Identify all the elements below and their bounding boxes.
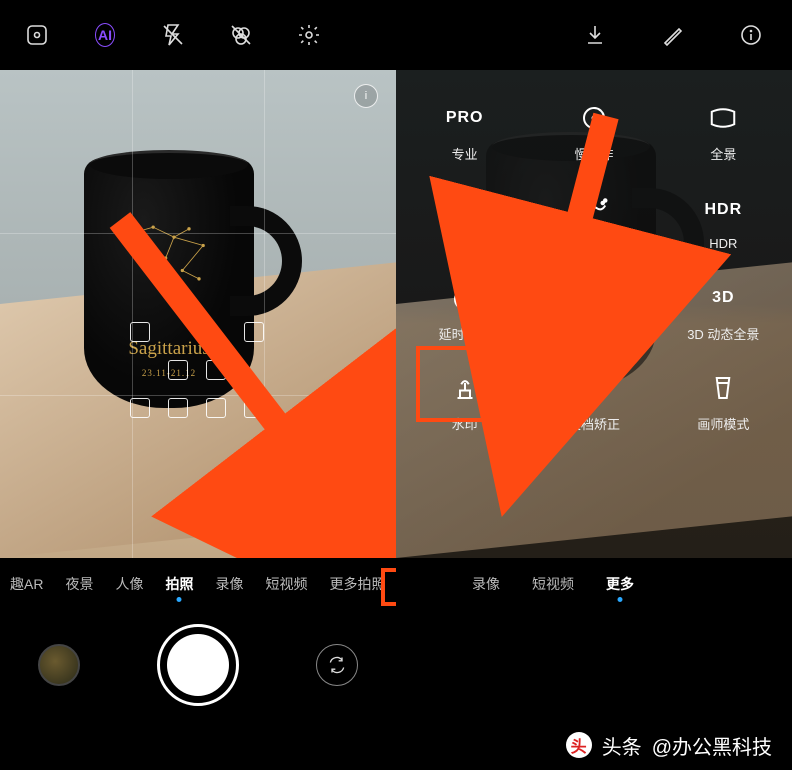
motionphoto-icon: [576, 280, 612, 316]
mode-item-watermark[interactable]: 水印: [400, 358, 529, 444]
lens-icon[interactable]: [24, 22, 50, 48]
mode-item-painter[interactable]: 画师模式: [659, 358, 788, 444]
mode-label: 文档矫正: [568, 414, 620, 433]
mode-grid: PRO 专业 慢动作 全景大光圈 流光快门 HDR HDR 延时摄影 动态照片 3D 3D 动态全景…: [396, 70, 792, 558]
mode-label: 画师模式: [697, 414, 749, 433]
filter-off-icon[interactable]: [228, 22, 254, 48]
camera-app-capture-screen: AI: [0, 0, 396, 720]
aperture-icon: [447, 190, 483, 226]
painter-icon: [705, 370, 741, 406]
mode-item-lighttrail[interactable]: 流光快门: [529, 178, 658, 264]
info-icon[interactable]: [738, 22, 764, 48]
mode-短视频[interactable]: 短视频: [265, 574, 307, 594]
mode-拍照[interactable]: 拍照: [165, 574, 193, 594]
info-button[interactable]: i: [354, 84, 378, 108]
shutter-button[interactable]: [157, 624, 239, 706]
mode-录像[interactable]: 录像: [472, 574, 500, 594]
mode-label: 大光圈: [445, 234, 484, 253]
hdr-icon: HDR: [705, 192, 741, 228]
mode-item-pano[interactable]: 全景: [659, 88, 788, 174]
lighttrail-icon: [576, 190, 612, 226]
mode-item-timelapse[interactable]: 延时摄影: [400, 268, 529, 354]
mode-label: 流光快门: [568, 234, 620, 253]
mode-label: 延时摄影: [439, 324, 491, 343]
mode-人像[interactable]: 人像: [115, 574, 143, 594]
3dpano-icon: 3D: [705, 280, 741, 316]
mode-录像[interactable]: 录像: [215, 574, 243, 594]
mode-label: 慢动作: [574, 144, 613, 163]
mode-label: 专业: [452, 144, 478, 163]
mode-label: 动态照片: [568, 324, 620, 343]
mode-item-pro[interactable]: PRO 专业: [400, 88, 529, 174]
edit-icon[interactable]: [660, 22, 686, 48]
flash-off-icon[interactable]: [160, 22, 186, 48]
toutiao-logo: 头: [566, 732, 592, 758]
gallery-thumbnail[interactable]: [38, 644, 80, 686]
mode-更多拍照[interactable]: 更多拍照: [329, 574, 385, 594]
mode-label: 水印: [452, 414, 478, 433]
mode-item-motionphoto[interactable]: 动态照片: [529, 268, 658, 354]
capture-controls: [0, 610, 396, 720]
mode-趣AR[interactable]: 趣AR: [10, 574, 43, 594]
mode-短视频[interactable]: 短视频: [532, 574, 574, 594]
mode-item-hdr[interactable]: HDR HDR: [659, 178, 788, 264]
viewfinder[interactable]: Sagittarius 23.11-21.12 i 1x: [0, 70, 396, 558]
download-icon[interactable]: [582, 22, 608, 48]
attribution-source: 头条: [602, 731, 642, 760]
pro-icon: PRO: [447, 100, 483, 136]
mode-item-slowmo[interactable]: 慢动作: [529, 88, 658, 174]
attribution-handle: @办公黑科技: [652, 731, 772, 760]
mode-item-3dpano[interactable]: 3D 3D 动态全景: [659, 268, 788, 354]
camera-app-more-modes-screen: PRO 专业 慢动作 全景大光圈 流光快门 HDR HDR 延时摄影 动态照片 3D 3D 动态全景…: [396, 0, 792, 720]
mode-item-aperture[interactable]: 大光圈: [400, 178, 529, 264]
mode-label: 3D 动态全景: [687, 324, 759, 343]
ai-icon[interactable]: AI: [92, 22, 118, 48]
timelapse-icon: [447, 280, 483, 316]
mode-item-docscan[interactable]: 文档矫正: [529, 358, 658, 444]
zoom-button[interactable]: 1x: [354, 368, 378, 392]
attribution-bar: 头 头条 @办公黑科技: [0, 720, 792, 770]
mode-strip-right[interactable]: 录像 短视频 更多: [396, 558, 792, 610]
watermark-icon: [447, 370, 483, 406]
mode-label: 全景: [710, 144, 736, 163]
focus-points: [130, 322, 272, 426]
mode-label: HDR: [709, 236, 737, 251]
settings-icon[interactable]: [296, 22, 322, 48]
docscan-icon: [576, 370, 612, 406]
more-modes-panel: PRO 专业 慢动作 全景大光圈 流光快门 HDR HDR 延时摄影 动态照片 3D 3D 动态全景…: [396, 70, 792, 558]
top-toolbar-left: AI: [0, 0, 396, 70]
top-toolbar-right: [396, 0, 792, 70]
mode-strip-left[interactable]: 趣AR 夜景 人像 拍照 录像 短视频 更多拍照: [0, 558, 396, 610]
slowmo-icon: [576, 100, 612, 136]
mode-夜景[interactable]: 夜景: [65, 574, 93, 594]
mode-更多[interactable]: 更多: [606, 574, 634, 594]
pano-icon: [705, 100, 741, 136]
switch-camera-button[interactable]: [316, 644, 358, 686]
